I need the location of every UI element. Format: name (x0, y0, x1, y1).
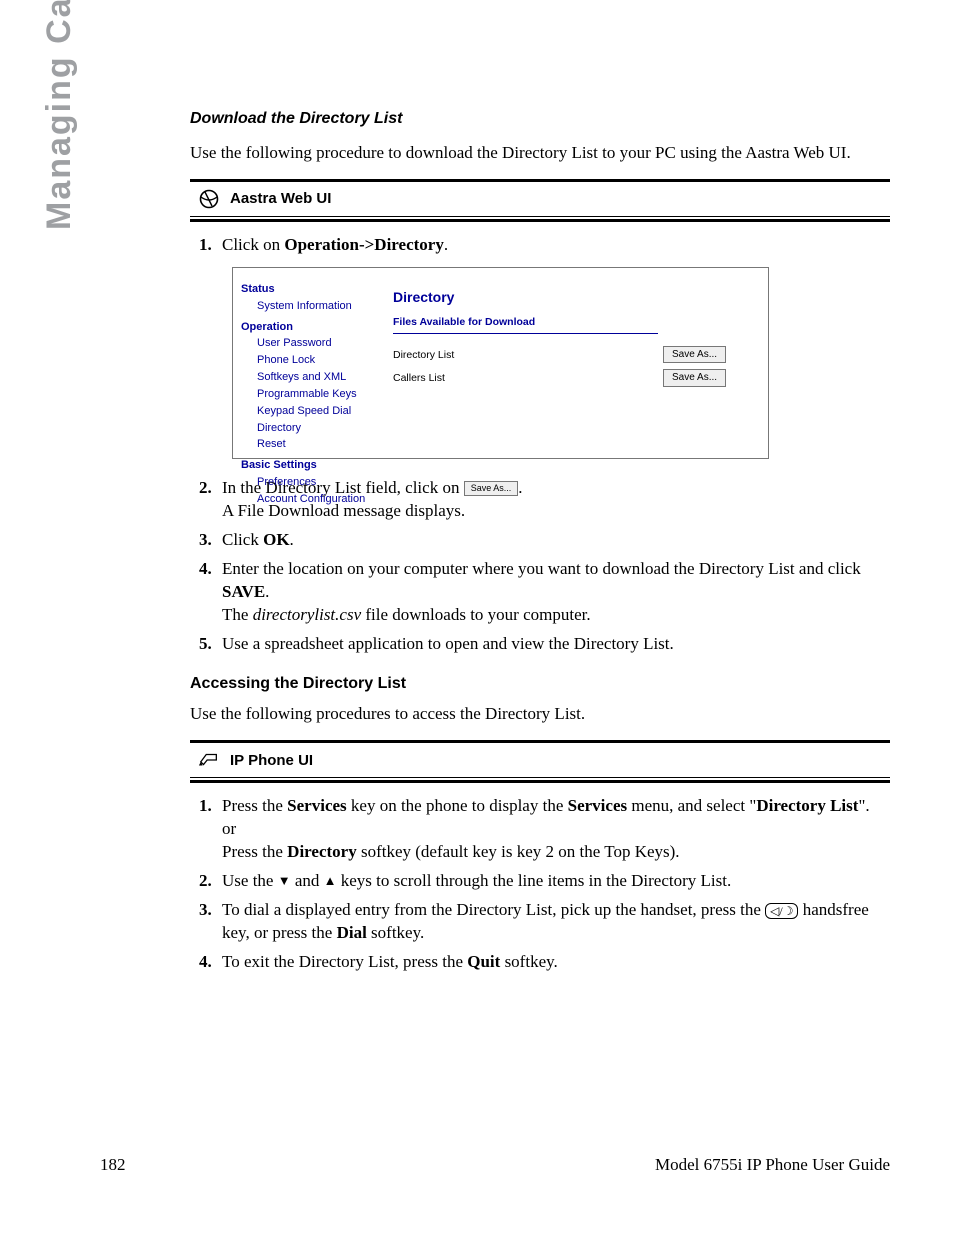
save-as-button[interactable]: Save As... (663, 369, 726, 387)
text: To dial a displayed entry from the Direc… (222, 900, 765, 919)
step-item: To dial a displayed entry from the Direc… (216, 899, 890, 945)
text: Click (222, 530, 263, 549)
nav-item-keypad-speed-dial[interactable]: Keypad Speed Dial (257, 404, 391, 419)
step-item: Use a spreadsheet application to open an… (216, 633, 890, 656)
step-item: Press the Services key on the phone to d… (216, 795, 890, 864)
nav-item-user-password[interactable]: User Password (257, 336, 391, 351)
text: keys to scroll through the line items in… (337, 871, 732, 890)
filename: directorylist.csv (253, 605, 361, 624)
text: key on the phone to display the (347, 796, 568, 815)
divider (190, 740, 890, 743)
download-row: Callers List Save As... (393, 369, 760, 387)
phone-ui-panel-header: IP Phone UI (190, 745, 890, 775)
text: file downloads to your computer. (361, 605, 590, 624)
menu-path: Operation->Directory (284, 235, 444, 254)
row-label: Directory List (393, 348, 663, 362)
web-ui-panel-header: Aastra Web UI (190, 184, 890, 214)
nav-group-operation[interactable]: Operation (241, 320, 391, 335)
divider (190, 777, 890, 778)
nav-item-preferences[interactable]: Preferences (257, 475, 391, 490)
handsfree-key-icon: ◁/☽ (765, 903, 798, 919)
text: The (222, 605, 253, 624)
softkey-label: Directory (287, 842, 357, 861)
step-item: To exit the Directory List, press the Qu… (216, 951, 890, 974)
panel-title: Directory (393, 288, 760, 307)
save-label: SAVE (222, 582, 265, 601)
menu-label: Services (568, 796, 627, 815)
intro-paragraph: Use the following procedure to download … (190, 142, 890, 165)
menu-item-label: Directory List (756, 796, 858, 815)
text: Enter the location on your computer wher… (222, 559, 861, 578)
step-item: Enter the location on your computer wher… (216, 558, 890, 627)
nav-item-phone-lock[interactable]: Phone Lock (257, 353, 391, 368)
panel-subtitle: Files Available for Download (393, 315, 658, 334)
nav-group-basic-settings[interactable]: Basic Settings (241, 458, 391, 473)
panel-label: IP Phone UI (230, 752, 313, 769)
doc-title: Model 6755i IP Phone User Guide (655, 1155, 890, 1175)
step-item: Use the ▼ and ▲ keys to scroll through t… (216, 870, 890, 893)
text: . (518, 478, 522, 497)
nav-item-programmable-keys[interactable]: Programmable Keys (257, 387, 391, 402)
step-item: Click on Operation->Directory. Status Sy… (216, 234, 890, 459)
download-row: Directory List Save As... (393, 346, 760, 364)
divider (190, 179, 890, 182)
page-footer: 182 Model 6755i IP Phone User Guide (100, 1155, 890, 1175)
text: . (265, 582, 269, 601)
divider (190, 216, 890, 217)
save-as-button-inline: Save As... (464, 481, 519, 496)
text: To exit the Directory List, press the (222, 952, 467, 971)
nav-item-system-information[interactable]: System Information (257, 299, 391, 314)
side-section-title: Managing Calls (40, 0, 79, 230)
down-arrow-icon: ▼ (278, 873, 291, 888)
globe-icon (198, 188, 220, 210)
text: Press the (222, 842, 287, 861)
web-ui-screenshot: Status System Information Operation User… (232, 267, 769, 459)
intro-paragraph: Use the following procedures to access t… (190, 703, 890, 726)
softkey-label: Quit (467, 952, 500, 971)
ok-label: OK (263, 530, 289, 549)
save-as-button[interactable]: Save As... (663, 346, 726, 364)
nav-item-softkeys-xml[interactable]: Softkeys and XML (257, 370, 391, 385)
nav-item-reset[interactable]: Reset (257, 437, 391, 452)
text: or (222, 819, 236, 838)
section-title: Download the Directory List (190, 110, 890, 128)
nav-group-status[interactable]: Status (241, 282, 391, 297)
nav-item-directory[interactable]: Directory (257, 421, 391, 436)
text: ". (858, 796, 869, 815)
phone-ui-steps: Press the Services key on the phone to d… (190, 795, 890, 974)
web-ui-steps: Click on Operation->Directory. Status Sy… (190, 234, 890, 656)
softkey-label: Dial (337, 923, 367, 942)
text: softkey (default key is key 2 on the Top… (357, 842, 680, 861)
text: softkey. (500, 952, 557, 971)
up-arrow-icon: ▲ (324, 873, 337, 888)
key-label: Services (287, 796, 346, 815)
text: Use the (222, 871, 278, 890)
main-panel: Directory Files Available for Download D… (393, 288, 760, 393)
divider (190, 780, 890, 783)
nav-sidebar: Status System Information Operation User… (241, 276, 391, 507)
phone-icon (198, 749, 220, 771)
panel-label: Aastra Web UI (230, 190, 331, 207)
text: softkey. (367, 923, 424, 942)
text: Press the (222, 796, 287, 815)
text: Click on (222, 235, 284, 254)
text: . (290, 530, 294, 549)
text: menu, and select " (627, 796, 756, 815)
divider (190, 219, 890, 222)
text: . (444, 235, 448, 254)
step-item: Click OK. (216, 529, 890, 552)
row-label: Callers List (393, 371, 663, 385)
nav-item-account-configuration[interactable]: Account Configuration (257, 492, 391, 507)
page-number: 182 (100, 1155, 126, 1175)
page-content: Download the Directory List Use the foll… (190, 110, 890, 992)
section-title: Accessing the Directory List (190, 675, 890, 693)
text: and (291, 871, 324, 890)
